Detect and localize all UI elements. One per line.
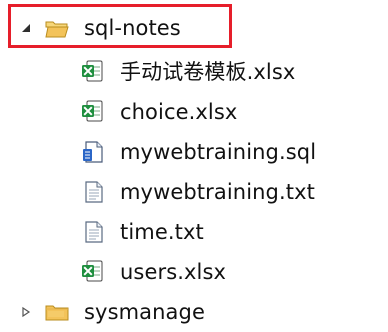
tree-item-label: choice.xlsx xyxy=(120,100,238,124)
folder-icon xyxy=(44,299,70,325)
tree-item-sql-notes-folder[interactable]: sql-notes xyxy=(20,8,181,48)
open-folder-icon xyxy=(44,15,70,41)
tree-item-mywebtraining-txt[interactable]: mywebtraining.txt xyxy=(80,172,315,212)
project-explorer-tree: sql-notes 手动试卷模板.xlsx choice.xlsx mywebt… xyxy=(0,0,388,332)
tree-item-sysmanage-folder[interactable]: sysmanage xyxy=(20,292,205,332)
excel-file-icon xyxy=(80,59,106,85)
tree-item-choice-xlsx[interactable]: choice.xlsx xyxy=(80,92,237,132)
expand-triangle-icon[interactable] xyxy=(20,22,32,34)
tree-item-label: users.xlsx xyxy=(120,260,227,284)
text-file-icon xyxy=(80,179,106,205)
tree-item-users-xlsx[interactable]: users.xlsx xyxy=(80,252,226,292)
tree-item-template-xlsx[interactable]: 手动试卷模板.xlsx xyxy=(80,52,295,92)
tree-item-label: time.txt xyxy=(120,220,204,244)
tree-item-mywebtraining-sql[interactable]: mywebtraining.sql xyxy=(80,132,316,172)
tree-item-label: mywebtraining.sql xyxy=(120,140,317,164)
tree-item-label: 手动试卷模板.xlsx xyxy=(120,60,296,84)
tree-item-time-txt[interactable]: time.txt xyxy=(80,212,204,252)
excel-file-icon xyxy=(80,259,106,285)
text-file-icon xyxy=(80,219,106,245)
collapse-triangle-icon[interactable] xyxy=(20,306,32,318)
tree-item-label: sysmanage xyxy=(84,300,205,324)
tree-item-label: sql-notes xyxy=(84,16,181,40)
excel-file-icon xyxy=(80,99,106,125)
tree-item-label: mywebtraining.txt xyxy=(120,180,315,204)
sql-file-icon xyxy=(80,139,106,165)
